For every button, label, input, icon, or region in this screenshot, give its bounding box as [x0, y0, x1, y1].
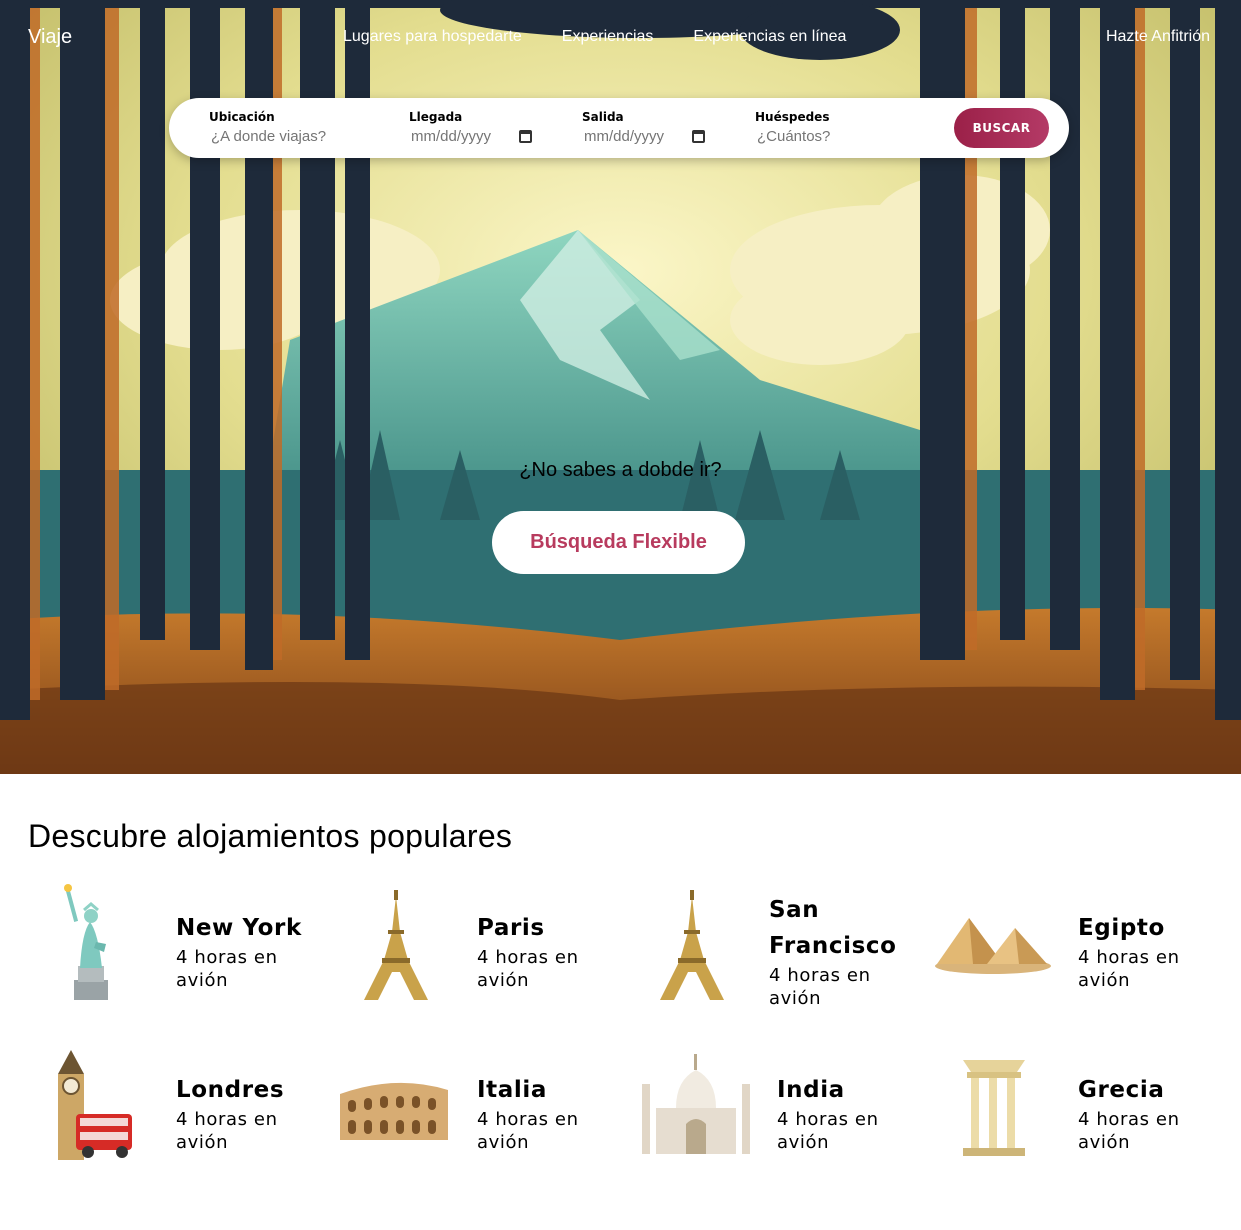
brand-logo[interactable]: Viaje — [28, 26, 72, 49]
statue-of-liberty-icon — [64, 884, 108, 1000]
eiffel-tower-icon — [364, 890, 428, 1000]
calendar-icon[interactable] — [692, 129, 706, 143]
destination-card[interactable]: San Francisco 4 horas en avión — [632, 882, 912, 1022]
destination-card[interactable]: Londres 4 horas en avión — [30, 1044, 310, 1168]
destination-name: India — [777, 1077, 845, 1103]
greek-temple-icon — [963, 1060, 1025, 1156]
location-field[interactable]: Ubicación ¿A donde viajas? — [209, 110, 326, 146]
departure-date-input[interactable]: mm/dd/yyyy — [582, 126, 706, 146]
nav-link-stays[interactable]: Lugares para hospedarte — [343, 28, 522, 46]
guests-input[interactable]: ¿Cuántos? — [755, 126, 830, 146]
destination-name: Londres — [176, 1077, 285, 1103]
destination-travel-time: 4 horas en avión — [176, 947, 278, 991]
destination-card[interactable]: Grecia 4 horas en avión — [933, 1044, 1213, 1168]
arrival-field[interactable]: Llegada mm/dd/yyyy — [409, 110, 533, 146]
nav-link-experiences[interactable]: Experiencias — [562, 28, 654, 46]
arrival-date-input[interactable]: mm/dd/yyyy — [409, 126, 533, 146]
destination-name: Grecia — [1078, 1077, 1165, 1103]
destination-travel-time: 4 horas en avión — [1078, 947, 1180, 991]
destination-name: Italia — [477, 1077, 547, 1103]
destination-name: Egipto — [1078, 915, 1165, 941]
taj-mahal-icon — [642, 1054, 750, 1154]
destination-travel-time: 4 horas en avión — [477, 1109, 579, 1153]
guests-label: Huéspedes — [755, 110, 830, 124]
destination-card[interactable]: New York 4 horas en avión — [30, 882, 310, 1006]
departure-field[interactable]: Salida mm/dd/yyyy — [582, 110, 706, 146]
become-host-link[interactable]: Hazte Anfitrión — [1106, 28, 1210, 46]
destination-travel-time: 4 horas en avión — [176, 1109, 278, 1153]
location-label: Ubicación — [209, 110, 275, 124]
destination-name: San Francisco — [769, 897, 897, 959]
destination-card[interactable]: Egipto 4 horas en avión — [933, 882, 1213, 1006]
flexible-question: ¿No sabes a dobde ir? — [519, 459, 722, 481]
destination-travel-time: 4 horas en avión — [1078, 1109, 1180, 1153]
destination-travel-time: 4 horas en avión — [769, 965, 871, 1009]
eiffel-tower-icon — [660, 890, 724, 1000]
location-input[interactable]: ¿A donde viajas? — [209, 126, 326, 146]
hero-banner: Viaje Lugares para hospedarte Experienci… — [0, 0, 1241, 774]
departure-date-placeholder: mm/dd/yyyy — [584, 127, 665, 145]
destination-name: New York — [176, 915, 302, 941]
popular-section-title: Descubre alojamientos populares — [28, 818, 513, 854]
arrival-label: Llegada — [409, 110, 463, 124]
search-bar: Ubicación ¿A donde viajas? Llegada mm/dd… — [169, 98, 1069, 158]
flexible-search-button[interactable]: Búsqueda Flexible — [492, 511, 745, 574]
top-navigation: Viaje Lugares para hospedarte Experienci… — [0, 0, 1241, 72]
destination-name: Paris — [477, 915, 545, 941]
search-button[interactable]: BUSCAR — [954, 108, 1049, 148]
guests-field[interactable]: Huéspedes ¿Cuántos? — [755, 110, 830, 146]
arrival-date-placeholder: mm/dd/yyyy — [411, 127, 492, 145]
colosseum-icon — [340, 1082, 448, 1140]
nav-links: Lugares para hospedarte Experiencias Exp… — [343, 28, 846, 46]
nav-link-online-experiences[interactable]: Experiencias en línea — [693, 28, 846, 46]
departure-label: Salida — [582, 110, 624, 124]
pyramids-icon — [935, 918, 1051, 974]
destination-card[interactable]: Italia 4 horas en avión — [336, 1044, 616, 1168]
destination-card[interactable]: Paris 4 horas en avión — [336, 882, 616, 1006]
destination-travel-time: 4 horas en avión — [477, 947, 579, 991]
big-ben-bus-icon — [58, 1050, 132, 1160]
calendar-icon[interactable] — [519, 129, 533, 143]
destination-card[interactable]: India 4 horas en avión — [636, 1044, 916, 1168]
destination-travel-time: 4 horas en avión — [777, 1109, 879, 1153]
